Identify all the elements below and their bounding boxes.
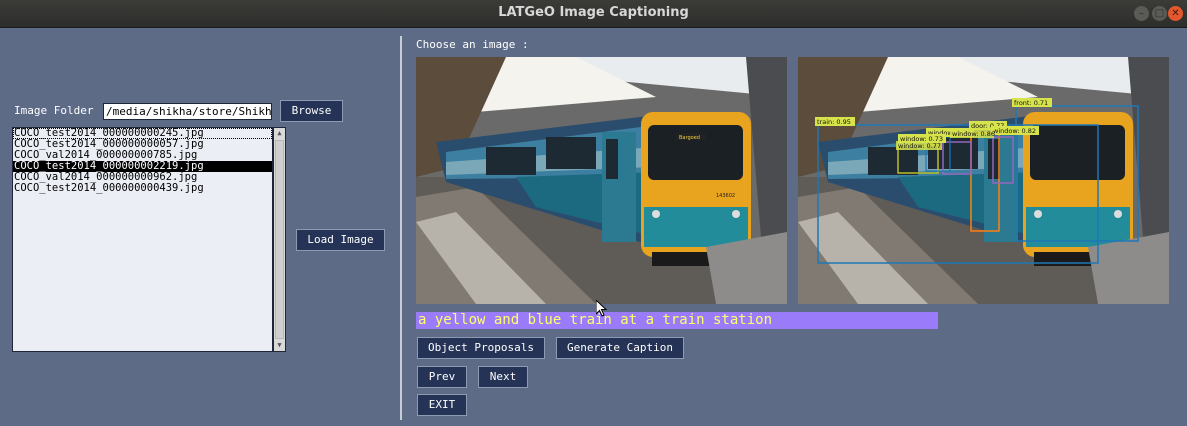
file-list-item[interactable]: COCO_test2014_000000000439.jpg	[13, 183, 272, 194]
detection-label-front: front: 0.71	[1014, 99, 1048, 107]
panel-divider	[400, 36, 402, 420]
train-destination-sign: Bargoed	[679, 135, 700, 141]
minimize-icon[interactable]: –	[1134, 6, 1149, 21]
original-image: Bargoed 143602	[416, 57, 787, 304]
scroll-up-icon[interactable]: ▲	[274, 128, 285, 139]
mouse-cursor-icon	[596, 300, 608, 317]
title-bar: LATGeO Image Captioning – □ ✕	[0, 0, 1187, 28]
close-icon[interactable]: ✕	[1168, 6, 1183, 21]
train-number: 143602	[716, 193, 735, 199]
detection-label-window-4: window: 0.77	[898, 142, 941, 150]
generate-caption-button[interactable]: Generate Caption	[556, 337, 684, 359]
folder-path-input[interactable]: /media/shikha/store/Shikh	[103, 103, 272, 120]
detection-image: train: 0.95 front: 0.71 door: 0.77 windo…	[798, 57, 1169, 304]
exit-button[interactable]: EXIT	[417, 394, 467, 416]
detection-label-window-5: window: 0.86	[952, 130, 995, 138]
maximize-icon[interactable]: □	[1152, 6, 1167, 21]
listbox-scrollbar[interactable]: ▲ ▼	[273, 127, 286, 352]
browse-button[interactable]: Browse	[280, 100, 343, 122]
image-folder-label: Image Folder	[14, 104, 94, 117]
file-listbox[interactable]: COCO_test2014_000000000245.jpg COCO_test2…	[12, 127, 273, 352]
load-image-button[interactable]: Load Image	[296, 229, 385, 251]
window-title: LATGeO Image Captioning	[498, 5, 689, 20]
detection-label-train: train: 0.95	[817, 118, 851, 126]
scroll-down-icon[interactable]: ▼	[274, 340, 285, 351]
detection-label-window-1: window: 0.82	[993, 127, 1036, 135]
object-proposals-button[interactable]: Object Proposals	[417, 337, 545, 359]
prev-button[interactable]: Prev	[417, 366, 467, 388]
next-button[interactable]: Next	[478, 366, 528, 388]
generated-caption: a yellow and blue train at a train stati…	[416, 312, 938, 329]
choose-image-label: Choose an image :	[416, 38, 529, 51]
scroll-thumb[interactable]	[275, 140, 284, 339]
